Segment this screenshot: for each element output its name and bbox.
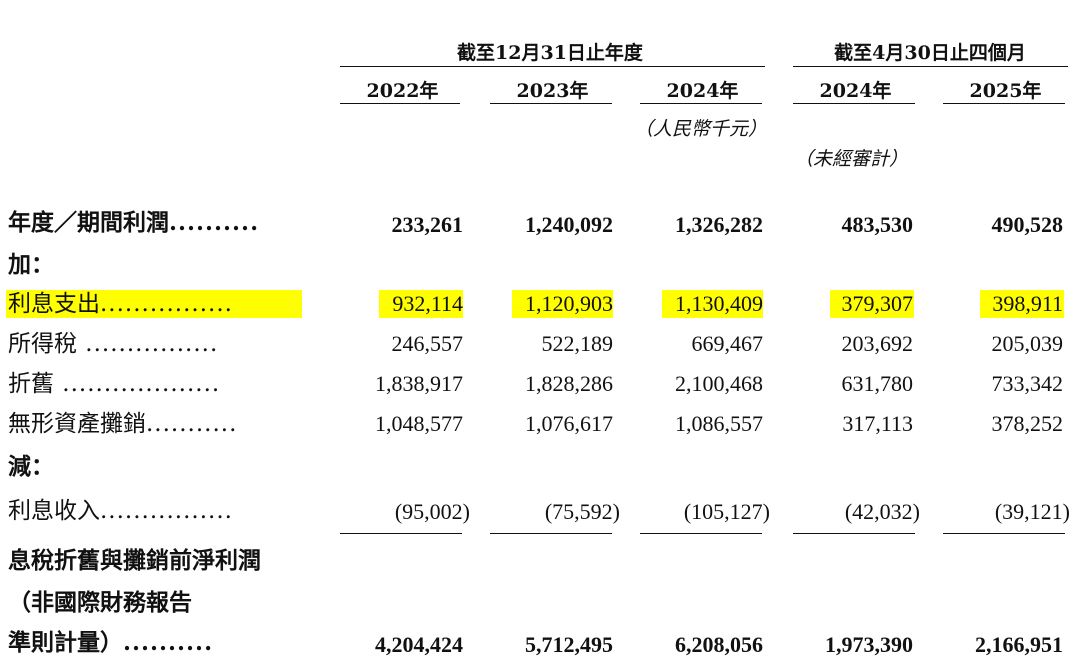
row-label-income-tax-leader: ................ <box>77 331 219 357</box>
row-label-interest-income: 利息收入................ <box>8 496 308 526</box>
row-label-depreciation: 折舊 ................... <box>8 369 308 399</box>
row-label-ebitda-leader: .......... <box>123 629 214 656</box>
depreciation-2024-4m: 631,780 <box>841 371 914 396</box>
ebitda-2025-4m: 2,166,951 <box>975 632 1063 657</box>
row-label-income-tax-text: 所得稅 <box>8 331 77 357</box>
row-label-less: 減： <box>8 453 54 480</box>
interest-expense-2022: 932,114 <box>392 291 463 316</box>
interest-expense-2025-4m: 398,911 <box>992 291 1063 316</box>
row-label-profit-leader: .......... <box>169 209 260 236</box>
row-label-ebitda-line3: 準則計量）.......... <box>8 628 308 658</box>
depreciation-2025-4m: 733,342 <box>991 371 1064 396</box>
audit-note: （未經審計） <box>793 148 908 170</box>
profit-2022: 233,261 <box>391 212 464 237</box>
row-label-ebitda-line1: 息稅折舊與攤銷前淨利潤 <box>8 547 261 574</box>
profit-2024: 1,326,282 <box>675 212 763 237</box>
income-tax-2023: 522,189 <box>541 331 614 356</box>
row-label-depreciation-text: 折舊 <box>8 371 54 397</box>
ebitda-2023: 5,712,495 <box>525 632 613 657</box>
row-label-amortization-leader: ........... <box>146 411 238 437</box>
profit-2023: 1,240,092 <box>525 212 613 237</box>
unit-note: （人民幣千元） <box>633 118 767 140</box>
row-label-profit: 年度／期間利潤.......... <box>8 208 308 238</box>
depreciation-2022: 1,838,917 <box>375 371 463 396</box>
depreciation-2023: 1,828,286 <box>525 371 613 396</box>
header-group-fiscal-year-rule <box>340 66 765 67</box>
header-year-2022-rule <box>340 103 460 104</box>
header-year-2022: 2022年 <box>366 80 439 102</box>
subtotal-rule-2023 <box>490 533 612 534</box>
header-year-2025-4m-rule <box>943 103 1065 104</box>
row-label-ebitda-line3-text: 準則計量） <box>8 629 123 656</box>
amortization-2023: 1,076,617 <box>525 411 613 436</box>
income-tax-2025-4m: 205,039 <box>991 331 1064 356</box>
income-tax-2024: 669,467 <box>691 331 764 356</box>
amortization-2025-4m: 378,252 <box>991 411 1064 436</box>
row-label-add: 加： <box>8 251 54 278</box>
header-year-2024-4m-rule <box>793 103 915 104</box>
row-label-income-tax: 所得稅 ................ <box>8 329 308 359</box>
row-label-interest-income-text: 利息收入 <box>8 498 100 524</box>
interest-income-2022: (95,002) <box>394 499 470 524</box>
header-year-2024: 2024年 <box>666 80 739 102</box>
profit-2024-4m: 483,530 <box>841 212 914 237</box>
subtotal-rule-2024-4m <box>793 533 915 534</box>
subtotal-rule-2022 <box>340 533 462 534</box>
interest-expense-2023: 1,120,903 <box>525 291 613 316</box>
profit-2025-4m: 490,528 <box>991 212 1064 237</box>
row-label-profit-text: 年度／期間利潤 <box>8 209 169 236</box>
header-year-2023: 2023年 <box>516 80 589 102</box>
header-year-2024-rule <box>640 103 762 104</box>
row-label-interest-expense-text: 利息支出 <box>8 291 100 317</box>
depreciation-2024: 2,100,468 <box>675 371 763 396</box>
header-year-2023-rule <box>490 103 612 104</box>
interest-expense-2024: 1,130,409 <box>675 291 763 316</box>
income-tax-2022: 246,557 <box>391 331 464 356</box>
row-label-interest-income-leader: ................ <box>100 498 233 524</box>
interest-expense-2024-4m: 379,307 <box>841 291 914 316</box>
row-label-interest-expense-leader: ................ <box>100 291 233 317</box>
ebitda-2022: 4,204,424 <box>375 632 463 657</box>
subtotal-rule-2025-4m <box>943 533 1065 534</box>
header-year-2025-4m: 2025年 <box>969 80 1042 102</box>
row-label-depreciation-leader: ................... <box>54 371 221 397</box>
amortization-2024-4m: 317,113 <box>842 411 913 436</box>
amortization-2022: 1,048,577 <box>375 411 463 436</box>
header-year-2024-4m: 2024年 <box>819 80 892 102</box>
header-group-four-months: 截至4月30日止四個月 <box>834 42 1026 64</box>
row-label-ebitda-line2: （非國際財務報告 <box>8 589 192 616</box>
row-label-amortization: 無形資產攤銷........... <box>8 409 308 439</box>
ebitda-2024-4m: 1,973,390 <box>825 632 913 657</box>
income-tax-2024-4m: 203,692 <box>841 331 914 356</box>
row-label-amortization-text: 無形資產攤銷 <box>8 411 146 437</box>
amortization-2024: 1,086,557 <box>675 411 763 436</box>
interest-income-2023: (75,592) <box>544 499 620 524</box>
ebitda-2024: 6,208,056 <box>675 632 763 657</box>
subtotal-rule-2024 <box>640 533 762 534</box>
row-label-interest-expense: 利息支出................ <box>8 289 308 319</box>
header-group-four-months-rule <box>793 66 1068 67</box>
interest-income-2024-4m: (42,032) <box>844 499 920 524</box>
interest-income-2025-4m: (39,121) <box>994 499 1070 524</box>
header-group-fiscal-year: 截至12月31日止年度 <box>457 42 643 64</box>
interest-income-2024: (105,127) <box>683 499 770 524</box>
